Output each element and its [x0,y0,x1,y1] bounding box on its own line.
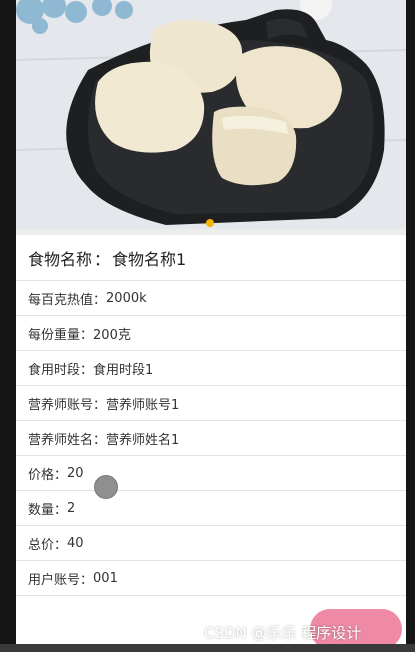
label-separator: ： [93,432,107,448]
field-label: 用户账号 [28,572,81,588]
meal-time-row: 食用时段：食用时段1 [16,351,406,386]
field-value: 2000k [106,290,147,306]
field-label: 数量 [28,502,55,518]
field-value: 营养师账号1 [106,397,180,413]
label-separator: ： [80,572,94,588]
dietitian-account-row: 营养师账号：营养师账号1 [16,386,406,421]
field-value: 001 [93,570,118,586]
field-label: 食用时段 [28,362,81,378]
field-label: 营养师账号 [28,397,94,413]
label-separator: ： [93,292,107,308]
food-photo [16,0,406,229]
weight-row: 每份重量： 200克 [16,316,406,351]
field-value: 200克 [93,327,131,343]
device-frame: 食物名称：食物名称1 每百克热值： 2000k 每份重量： 200克 食用时段：食用… [0,0,415,652]
field-value: 食用时段1 [93,362,154,378]
app-screen: 食物名称：食物名称1 每百克热值： 2000k 每份重量： 200克 食用时段：食用… [16,0,406,652]
food-name-row: 食物名称：食物名称1 [16,235,406,281]
field-label: 总价 [28,537,55,553]
food-name-label: 食物名称 [28,249,93,269]
quantity-row: 数量： 2 [16,491,406,526]
field-label: 每份重量 [28,327,81,343]
calorie-row: 每百克热值： 2000k [16,281,406,316]
watermark-text: CSDN @乐乐 程序设计 [204,624,362,642]
dietitian-name-row: 营养师姓名：营养师姓名1 [16,421,406,456]
label-separator: ： [54,467,68,483]
field-label: 营养师姓名 [28,432,94,448]
field-value: 20 [67,465,84,481]
label-separator: ： [93,397,107,413]
food-image-carousel[interactable] [16,0,406,229]
field-label: 价格 [28,467,55,483]
label-separator: ： [54,502,68,518]
label-separator: ： [80,362,94,378]
bottom-bar [0,644,415,652]
field-value: 营养师姓名1 [106,432,180,448]
field-value: 2 [67,500,76,516]
label-separator: ： [94,249,111,269]
field-label: 每百克热值 [28,292,94,308]
field-value: 40 [67,535,84,551]
food-name-value: 食物名称1 [112,249,187,269]
total-price-row: 总价： 40 [16,526,406,561]
price-row: 价格： 20 [16,456,406,491]
label-separator: ： [54,537,68,553]
food-detail-list: 食物名称：食物名称1 每百克热值： 2000k 每份重量： 200克 食用时段：食用… [16,235,406,596]
carousel-indicator-dot[interactable] [206,219,214,227]
label-separator: ： [80,327,94,343]
touch-indicator [94,475,118,499]
user-account-row: 用户账号： 001 [16,561,406,596]
